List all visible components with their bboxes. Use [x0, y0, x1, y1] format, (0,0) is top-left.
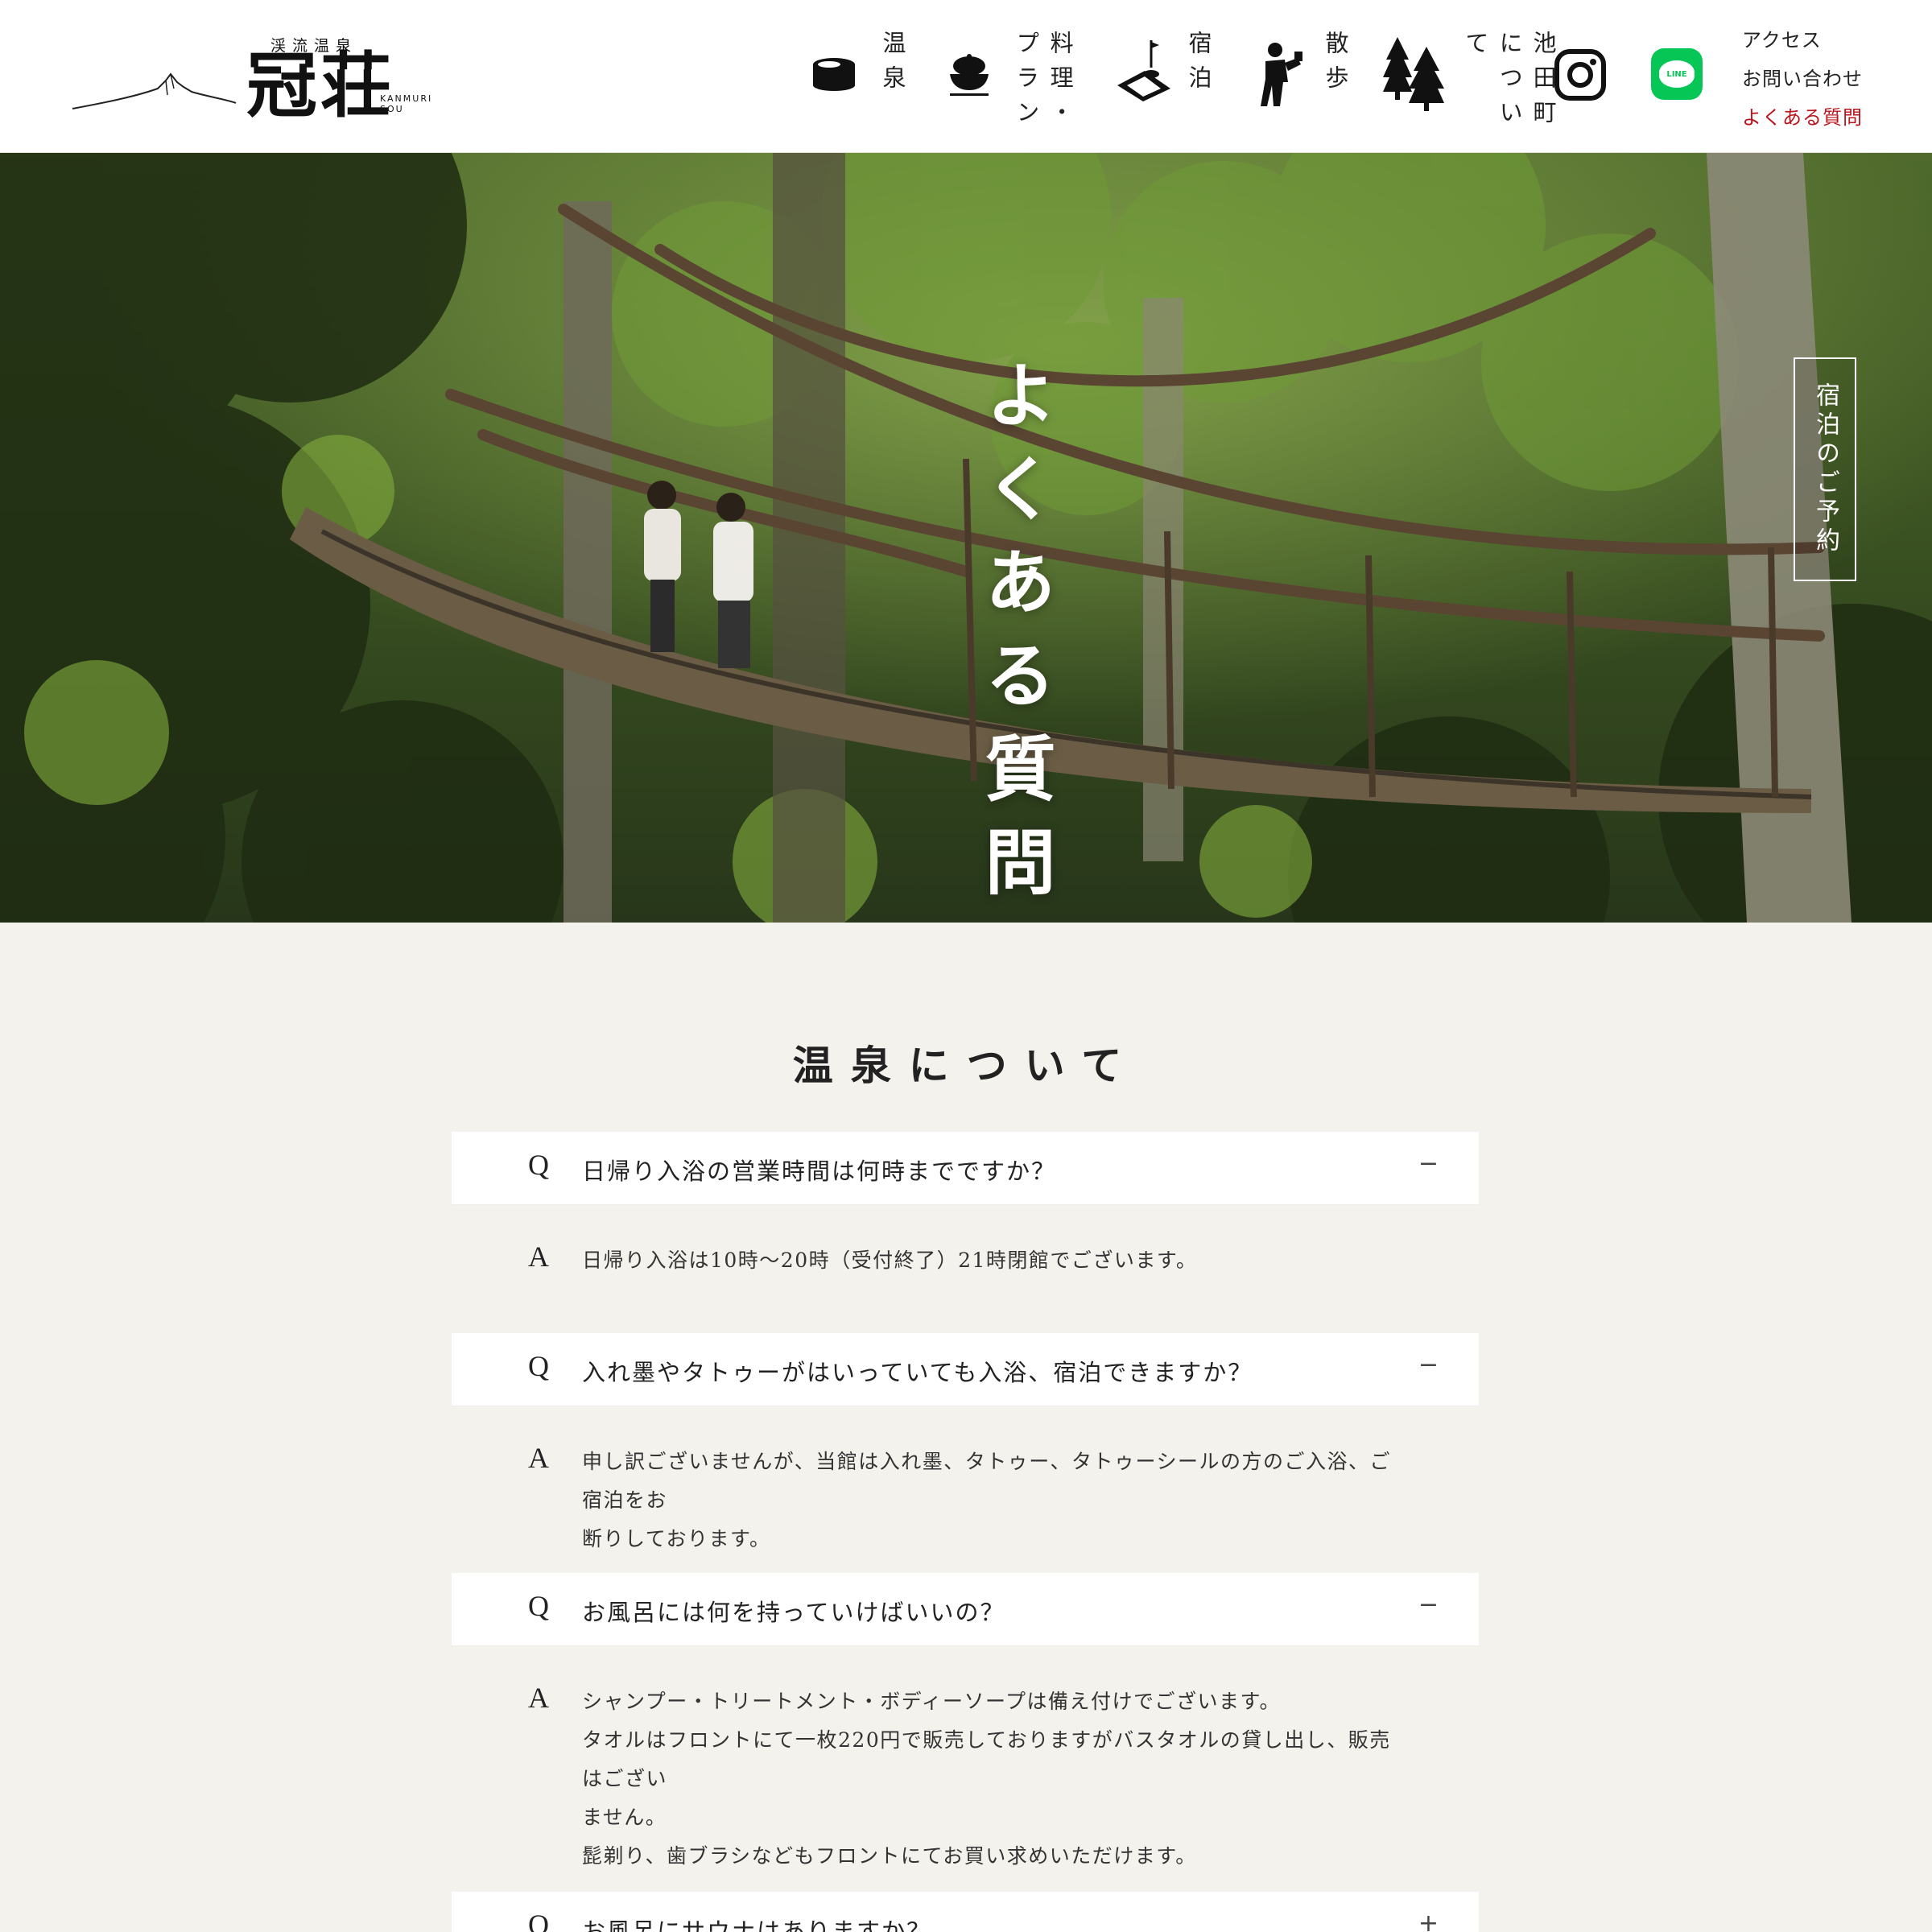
brand-roman: KANMURI SOU [380, 93, 433, 114]
nav-label-stay: 宿泊 [1185, 31, 1213, 100]
faq-answer: 申し訳ございませんが、当館は入れ墨、タトゥー、タトゥーシールの方のご入浴、ご宿泊… [582, 1443, 1403, 1558]
question-mark: Q [528, 1590, 549, 1622]
answer-line: タオルはフロントにて一枚220円で販売しておりますがバスタオルの貸し出し、販売は… [582, 1728, 1391, 1790]
futon-icon [1117, 40, 1170, 101]
question-mark: Q [528, 1149, 549, 1181]
trees-icon [1383, 37, 1444, 111]
contact-link[interactable]: お問い合わせ [1742, 60, 1903, 98]
collapse-icon[interactable]: − [1418, 1150, 1439, 1178]
answer-line: 髭剃り、歯ブラシなどもフロントにてお買い求めいただけます。 [582, 1844, 1197, 1868]
reservation-button[interactable]: 宿泊のご予約 [1794, 357, 1856, 581]
brand-name: 冠荘 [246, 43, 395, 127]
faq-question-row[interactable]: Q お風呂には何を持っていけばいいの？ − [452, 1573, 1479, 1645]
expand-icon[interactable]: + [1418, 1909, 1439, 1932]
faq-item: Q 日帰り入浴の営業時間は何時までですか？ − A 日帰り入浴は10時〜20時（… [452, 1132, 1479, 1333]
nav-item-stay[interactable]: 宿泊 [1114, 24, 1219, 129]
faq-question: 入れ墨やタトゥーがはいっていても入浴、宿泊できますか？ [582, 1359, 1253, 1386]
faq-item: Q 入れ墨やタトゥーがはいっていても入浴、宿泊できますか？ − A 申し訳ござい… [452, 1333, 1479, 1575]
onsen-bucket-icon [813, 58, 855, 91]
faq-answer-row: A 日帰り入浴は10時〜20時（受付終了）21時閉館でございます。 [452, 1204, 1479, 1333]
site-header: 渓流温泉 冠荘 KANMURI SOU 温泉 料理・プラン 宿泊 散歩 池田町に… [0, 0, 1932, 153]
nav-item-cuisine[interactable]: 料理・プラン [947, 24, 1075, 134]
utility-links: アクセス お問い合わせ よくある質問 [1742, 21, 1903, 137]
faq-question-row[interactable]: Q お風呂にサウナはありますか？ + [452, 1892, 1479, 1932]
page-title: よくある質問 [973, 358, 1057, 919]
hiker-icon [1261, 43, 1302, 106]
answer-line: 申し訳ございませんが、当館は入れ墨、タトゥー、タトゥーシールの方のご入浴、ご宿泊… [582, 1450, 1392, 1512]
faq-question: 日帰り入浴の営業時間は何時までですか？ [582, 1158, 1057, 1185]
answer-line: 断りしております。 [582, 1527, 771, 1550]
answer-line: ません。 [582, 1806, 667, 1829]
nav-item-ikeda[interactable]: 池田町について [1381, 24, 1557, 134]
faq-answer: シャンプー・トリートメント・ボディーソープは備え付けでございます。 タオルはフロ… [582, 1682, 1403, 1876]
mountain-logo-icon [72, 72, 237, 109]
faq-link[interactable]: よくある質問 [1742, 98, 1903, 137]
section-title: 温泉について [792, 1042, 1140, 1089]
faq-question: お風呂には何を持っていけばいいの？ [582, 1599, 1005, 1626]
faq-question-row[interactable]: Q 日帰り入浴の営業時間は何時までですか？ − [452, 1132, 1479, 1204]
collapse-icon[interactable]: − [1418, 1351, 1439, 1379]
question-mark: Q [528, 1909, 549, 1932]
faq-answer-row: A 申し訳ございませんが、当館は入れ墨、タトゥー、タトゥーシールの方のご入浴、ご… [452, 1406, 1479, 1575]
instagram-icon [1554, 49, 1606, 101]
answer-line: シャンプー・トリートメント・ボディーソープは備え付けでございます。 [582, 1690, 1282, 1713]
site-logo[interactable]: 渓流温泉 冠荘 KANMURI SOU [71, 32, 441, 129]
nav-label-onsen: 温泉 [879, 31, 907, 100]
hero-banner: よくある質問 宿泊のご予約 [0, 153, 1932, 923]
answer-mark: A [528, 1682, 549, 1714]
reservation-label: 宿泊のご予約 [1811, 382, 1839, 556]
faq-question-row[interactable]: Q 入れ墨やタトゥーがはいっていても入浴、宿泊できますか？ − [452, 1333, 1479, 1406]
nav-label-ikeda: 池田町について [1462, 31, 1558, 134]
instagram-link[interactable] [1554, 48, 1607, 105]
rice-bowl-icon [950, 54, 989, 96]
line-icon: LINE [1651, 48, 1703, 100]
faq-item: Q お風呂にサウナはありますか？ + [452, 1892, 1479, 1932]
nav-item-onsen[interactable]: 温泉 [811, 24, 908, 129]
nav-label-walk: 散歩 [1322, 31, 1350, 100]
faq-item: Q お風呂には何を持っていけばいいの？ − A シャンプー・トリートメント・ボデ… [452, 1573, 1479, 1887]
answer-mark: A [528, 1442, 549, 1474]
answer-line: 日帰り入浴は10時〜20時（受付終了）21時閉館でございます。 [582, 1249, 1198, 1272]
faq-content: 温泉について Q 日帰り入浴の営業時間は何時までですか？ − A 日帰り入浴は1… [0, 923, 1932, 1932]
answer-mark: A [528, 1241, 549, 1273]
faq-question: お風呂にサウナはありますか？ [582, 1918, 932, 1932]
faq-answer-row: A シャンプー・トリートメント・ボディーソープは備え付けでございます。 タオルは… [452, 1645, 1479, 1887]
collapse-icon[interactable]: − [1418, 1591, 1439, 1619]
line-icon-text: LINE [1659, 60, 1695, 88]
access-link[interactable]: アクセス [1742, 21, 1903, 60]
question-mark: Q [528, 1350, 549, 1382]
nav-label-cuisine: 料理・プラン [1013, 31, 1075, 134]
nav-item-walk[interactable]: 散歩 [1256, 24, 1360, 129]
faq-answer: 日帰り入浴は10時〜20時（受付終了）21時閉館でございます。 [582, 1241, 1403, 1280]
line-link[interactable]: LINE [1651, 48, 1703, 100]
